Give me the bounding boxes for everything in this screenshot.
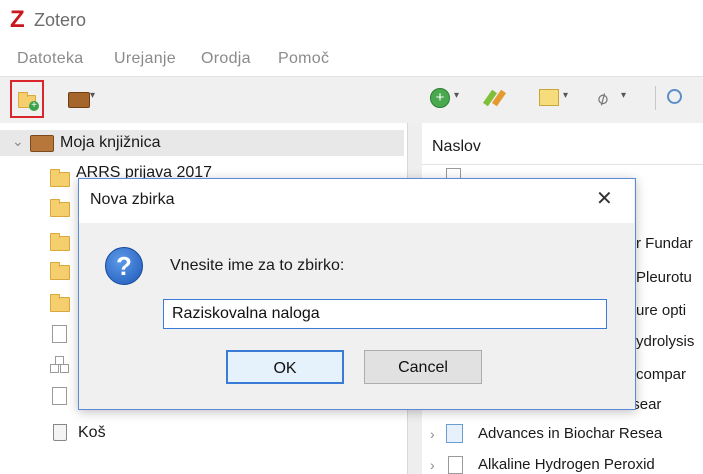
item-title-fragment[interactable]: ure opti — [636, 302, 686, 319]
item-doc-icon — [448, 456, 463, 474]
app-title: Zotero — [34, 10, 87, 30]
trash-label[interactable]: Koš — [78, 424, 106, 442]
attachment-icon: ⌀ — [592, 86, 612, 110]
close-icon[interactable]: ✕ — [596, 186, 613, 211]
group-icon — [50, 356, 69, 373]
add-by-identifier-button[interactable] — [482, 86, 510, 110]
attachment-button[interactable]: ⌀ ▾ — [592, 86, 633, 110]
column-title[interactable]: Naslov — [432, 138, 481, 156]
search-button[interactable] — [664, 86, 688, 110]
chevron-down-icon: ▾ — [454, 90, 460, 101]
chevron-down-icon: ▾ — [563, 90, 569, 101]
menu-urejanje[interactable]: Urejanje — [114, 50, 176, 68]
dialog-title: Nova zbirka — [90, 191, 175, 208]
search-icon — [667, 89, 682, 104]
cancel-button[interactable]: Cancel — [364, 350, 482, 384]
title-bar — [0, 0, 703, 42]
item-title-fragment[interactable]: compar — [636, 366, 686, 383]
new-item-button[interactable]: + ▾ — [428, 86, 466, 110]
item-title-fragment[interactable]: ydrolysis — [636, 333, 694, 350]
menu-orodja[interactable]: Orodja — [201, 50, 251, 68]
item-title-fragment[interactable]: r Fundar — [636, 235, 693, 252]
chevron-right-icon[interactable]: › — [430, 457, 435, 473]
new-library-button[interactable]: ▾ — [66, 88, 96, 108]
library-root-label[interactable]: Moja knjižnica — [60, 134, 160, 152]
folder-icon — [50, 262, 70, 280]
duplicate-items-icon — [52, 387, 67, 405]
folder-icon — [50, 233, 70, 251]
chevron-down-icon: ▾ — [621, 90, 627, 101]
trash-icon — [53, 424, 67, 441]
new-item-icon: + — [430, 88, 450, 108]
item-title-fragment[interactable]: Pleurotu — [636, 269, 692, 286]
folder-icon — [50, 199, 70, 217]
ok-button[interactable]: OK — [226, 350, 344, 384]
menu-pomoc[interactable]: Pomoč — [278, 50, 329, 68]
new-library-icon — [68, 92, 90, 108]
menu-bar — [0, 44, 703, 74]
folder-icon — [50, 169, 70, 187]
collection-name-input[interactable] — [163, 299, 607, 329]
chevron-down-icon: ▾ — [90, 90, 96, 101]
plus-badge-icon: + — [29, 101, 39, 111]
new-collection-button[interactable]: + — [10, 80, 44, 118]
folder-icon — [50, 294, 70, 312]
zotero-logo-icon: Z — [10, 6, 25, 33]
toolbar-divider — [655, 86, 656, 110]
question-icon: ? — [105, 247, 143, 285]
library-icon — [30, 135, 54, 152]
item-doc-icon — [446, 424, 463, 443]
chevron-right-icon[interactable]: › — [430, 426, 435, 442]
chevron-down-icon[interactable]: ⌄ — [12, 133, 24, 150]
menu-datoteka[interactable]: Datoteka — [17, 50, 83, 68]
saved-search-icon — [52, 325, 67, 343]
new-note-icon — [539, 89, 559, 106]
dialog-prompt: Vnesite ime za to zbirko: — [170, 257, 345, 274]
item-title[interactable]: Advances in Biochar Resea — [478, 425, 662, 442]
item-title[interactable]: Alkaline Hydrogen Peroxid — [478, 456, 655, 473]
new-note-button[interactable]: ▾ — [537, 86, 575, 110]
